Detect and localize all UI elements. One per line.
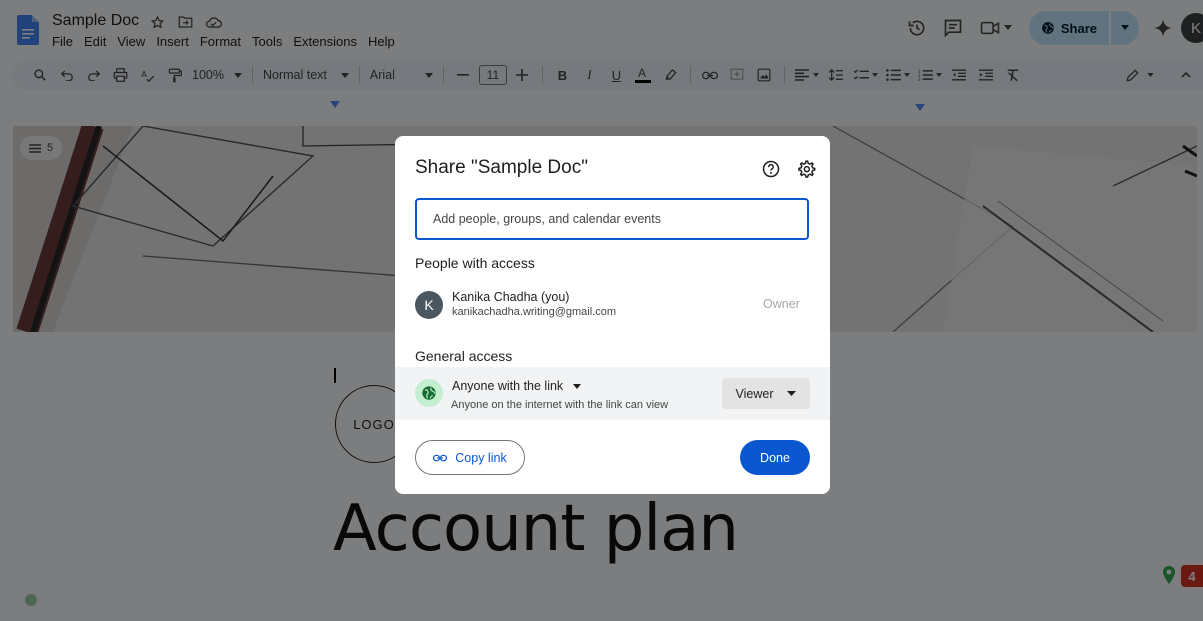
people-with-access-heading: People with access [415,255,535,271]
share-dialog: Share "Sample Doc" People with access K … [395,136,830,494]
person-email: kanikachadha.writing@gmail.com [452,306,617,318]
copy-link-label: Copy link [455,450,507,465]
help-icon[interactable] [762,160,780,178]
link-role-value: Viewer [735,386,774,401]
share-dialog-title: Share "Sample Doc" [415,157,588,178]
chevron-down-icon [787,391,797,396]
done-button[interactable]: Done [740,440,810,475]
link-role-dropdown[interactable]: Viewer [722,378,810,409]
link-icon [433,454,448,461]
general-access-row: Anyone with the link Anyone on the inter… [395,367,830,420]
add-people-input[interactable] [415,198,809,240]
copy-link-button[interactable]: Copy link [415,440,525,475]
link-access-scope-dropdown[interactable]: Anyone with the link [452,379,582,393]
chevron-down-icon [573,383,582,389]
person-avatar: K [415,291,443,319]
link-access-scope: Anyone with the link [452,379,564,393]
globe-icon [415,379,443,407]
person-name: Kanika Chadha (you) [452,290,570,304]
gear-icon[interactable] [796,159,816,179]
link-access-description: Anyone on the internet with the link can… [451,399,669,411]
person-role: Owner [763,297,800,311]
general-access-heading: General access [415,348,513,364]
